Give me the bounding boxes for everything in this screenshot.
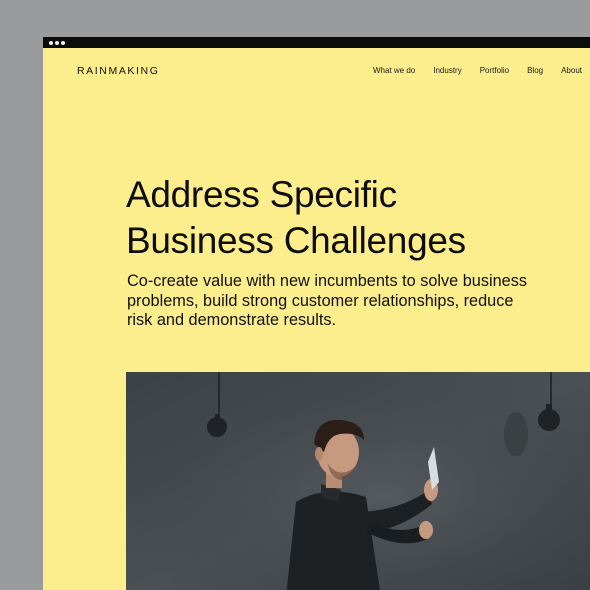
site-header: RAINMAKING What we do Industry Portfolio… [43,65,590,79]
hero-photo-illustration [126,372,590,590]
browser-window: RAINMAKING What we do Industry Portfolio… [43,37,590,590]
hero-title-line: Business Challenges [126,220,466,261]
nav-item-blog[interactable]: Blog [527,66,543,75]
hero-subtitle-line: Co-create value with new incumbents to s… [127,272,527,290]
site-logo[interactable]: RAINMAKING [77,65,160,77]
hero-subtitle-line: risk and demonstrate results. [127,311,337,329]
browser-chrome-bar [43,37,590,48]
hero-title-line: Address Specific [126,174,397,215]
hero-photo [126,372,590,590]
hero-subtitle-line: problems, build strong customer relation… [127,291,514,310]
window-dot-icon[interactable] [61,40,65,45]
window-dot-icon[interactable] [55,40,59,45]
nav-item-what-we-do[interactable]: What we do [373,66,415,75]
nav-item-about[interactable]: About [561,66,582,75]
hero-title: Address Specific Business Challenges [126,172,566,264]
window-dot-icon[interactable] [49,40,53,45]
nav-item-industry[interactable]: Industry [433,66,461,75]
hero-subtitle: Co-create value with new incumbents to s… [127,272,547,331]
main-nav: What we do Industry Portfolio Blog About [355,66,582,75]
nav-item-portfolio[interactable]: Portfolio [480,66,509,75]
